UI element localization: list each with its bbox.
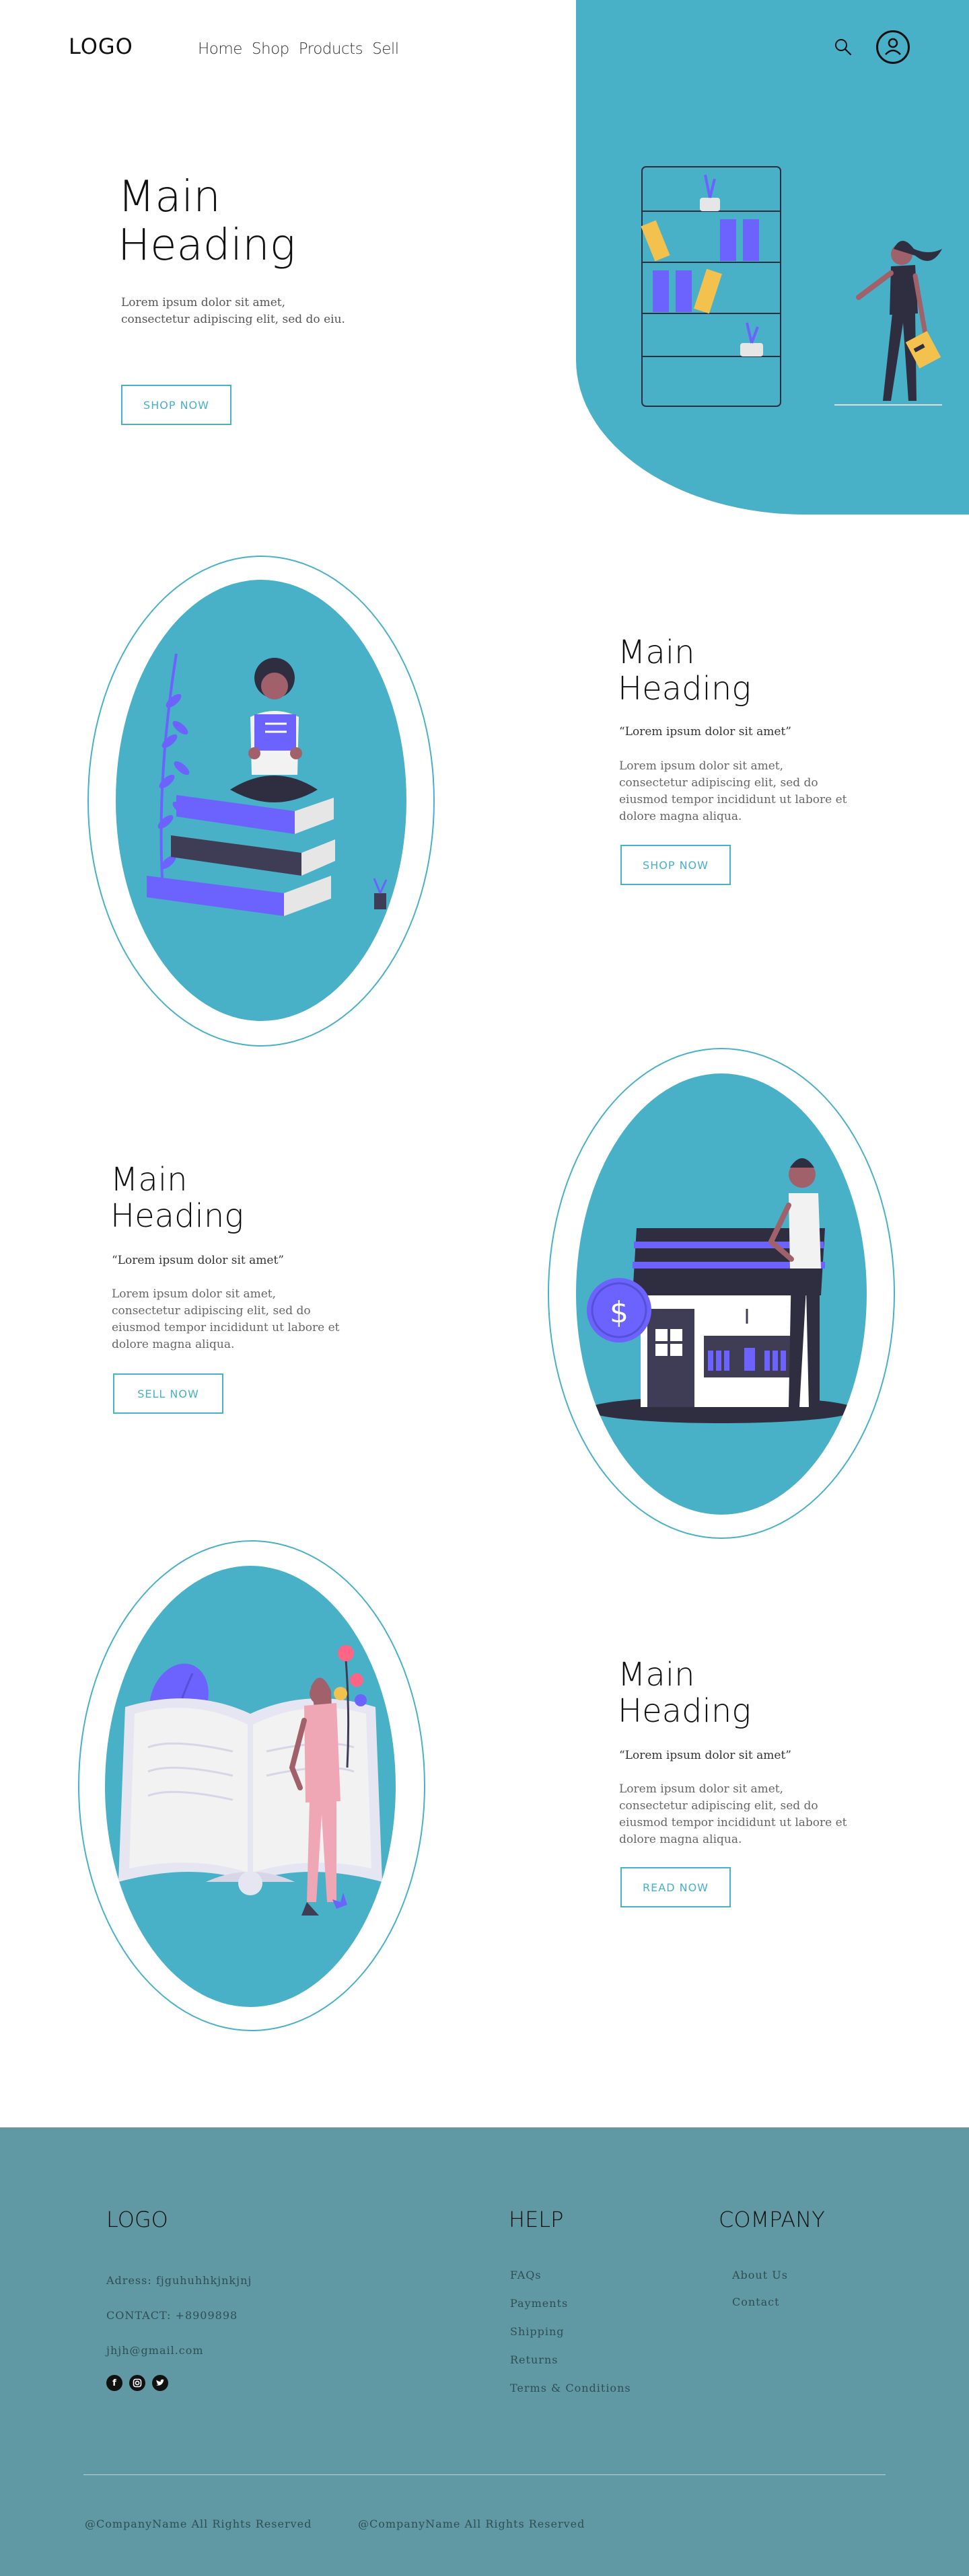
section1-body-line: dolore magna aliqua. — [619, 810, 742, 823]
help-link-faqs[interactable]: FAQs — [510, 2269, 542, 2281]
section1-quote: “Lorem ipsum dolor sit amet” — [619, 725, 791, 738]
hero-text-line2: consectetur adipiscing elit, sed do eiu. — [121, 313, 345, 326]
nav-shop[interactable]: Shop — [252, 40, 289, 58]
twitter-icon[interactable] — [152, 2375, 168, 2391]
section2-heading: Main Heading — [110, 1162, 244, 1235]
footer-logo[interactable]: LOGO — [106, 2207, 168, 2232]
section1-body-line: consectetur adipiscing elit, sed do — [619, 776, 818, 790]
main-nav: Home Shop Products Sell — [198, 40, 399, 58]
section2-body: Lorem ipsum dolor sit amet, consectetur … — [112, 1286, 340, 1353]
help-link-payments[interactable]: Payments — [510, 2297, 568, 2310]
section3-heading: Main Heading — [618, 1657, 751, 1730]
footer-contact: CONTACT: +8909898 — [106, 2309, 238, 2322]
footer-copyright-1: @CompanyName All Rights Reserved — [85, 2517, 312, 2530]
help-link-shipping[interactable]: Shipping — [510, 2325, 565, 2338]
section2-image: $ — [576, 1073, 867, 1515]
footer-social-icons: f — [106, 2375, 175, 2391]
help-link-terms[interactable]: Terms & Conditions — [510, 2382, 631, 2394]
company-link-about-us[interactable]: About Us — [732, 2269, 788, 2281]
section3-image — [105, 1566, 396, 2007]
section2-sell-now-button[interactable]: SELL NOW — [113, 1373, 223, 1414]
reading-on-books-illustration — [147, 653, 388, 916]
section1-heading-line1: Main — [618, 634, 695, 671]
section1-heading: Main Heading — [618, 634, 752, 708]
company-link-contact[interactable]: Contact — [732, 2296, 780, 2308]
instagram-icon[interactable] — [129, 2375, 145, 2391]
search-icon[interactable] — [833, 37, 853, 57]
hero-heading: Main Heading — [118, 172, 296, 270]
account-icon[interactable] — [876, 30, 910, 64]
section3-body-line: Lorem ipsum dolor sit amet, — [619, 1782, 784, 1796]
footer: LOGO Adress: fjguhuhhkjnkjnj CONTACT: +8… — [0, 2127, 969, 2576]
hero-heading-line1: Main — [118, 172, 221, 222]
section3-heading-line2: Heading — [618, 1692, 752, 1730]
company-title: COMPANY — [719, 2207, 825, 2232]
section3-read-now-button[interactable]: READ NOW — [620, 1867, 731, 1907]
section3-body-line: consectetur adipiscing elit, sed do — [619, 1799, 818, 1813]
section2-heading-line2: Heading — [110, 1197, 244, 1235]
section3-heading-line1: Main — [618, 1656, 695, 1694]
shop-owner-illustration: $ — [587, 1158, 856, 1423]
section1-heading-line2: Heading — [618, 669, 752, 708]
help-link-returns[interactable]: Returns — [510, 2353, 558, 2366]
nav-home[interactable]: Home — [198, 40, 242, 58]
facebook-icon[interactable]: f — [106, 2375, 122, 2391]
footer-divider — [83, 2474, 886, 2475]
logo[interactable]: LOGO — [69, 34, 133, 59]
svg-text:$: $ — [610, 1295, 629, 1330]
section1-shop-now-button[interactable]: SHOP NOW — [620, 845, 731, 885]
section3-body-line: dolore magna aliqua. — [619, 1833, 742, 1846]
section3-body-line: eiusmod tempor incididunt ut labore et — [619, 1816, 847, 1829]
section1-body-line: eiusmod tempor incididunt ut labore et — [619, 793, 847, 806]
section2-heading-line1: Main — [110, 1161, 188, 1199]
footer-email[interactable]: jhjh@gmail.com — [106, 2344, 204, 2357]
section3-body: Lorem ipsum dolor sit amet, consectetur … — [619, 1781, 847, 1848]
section1-body: Lorem ipsum dolor sit amet, consectetur … — [619, 758, 847, 825]
footer-copyright-2: @CompanyName All Rights Reserved — [358, 2517, 585, 2530]
footer-address: Adress: fjguhuhhkjnkjnj — [106, 2274, 252, 2287]
hero-text: Lorem ipsum dolor sit amet, consectetur … — [121, 295, 345, 328]
help-title: HELP — [509, 2207, 564, 2232]
section2-quote: “Lorem ipsum dolor sit amet” — [112, 1254, 284, 1267]
section2-body-line: Lorem ipsum dolor sit amet, — [112, 1287, 277, 1301]
section1-body-line: Lorem ipsum dolor sit amet, — [619, 759, 784, 773]
hero-heading-line2: Heading — [118, 220, 296, 270]
section2-body-line: consectetur adipiscing elit, sed do — [112, 1304, 311, 1318]
nav-sell[interactable]: Sell — [372, 40, 399, 58]
section2-body-line: eiusmod tempor incididunt ut labore et — [112, 1321, 340, 1334]
section1-image — [116, 580, 406, 1021]
hero-shop-now-button[interactable]: SHOP NOW — [121, 385, 231, 425]
shopping-illustration — [641, 166, 942, 407]
section2-body-line: dolore magna aliqua. — [112, 1338, 235, 1351]
hero-text-line1: Lorem ipsum dolor sit amet, — [121, 296, 286, 309]
nav-products[interactable]: Products — [299, 40, 363, 58]
open-book-illustration — [118, 1645, 382, 1916]
section3-quote: “Lorem ipsum dolor sit amet” — [619, 1749, 791, 1762]
